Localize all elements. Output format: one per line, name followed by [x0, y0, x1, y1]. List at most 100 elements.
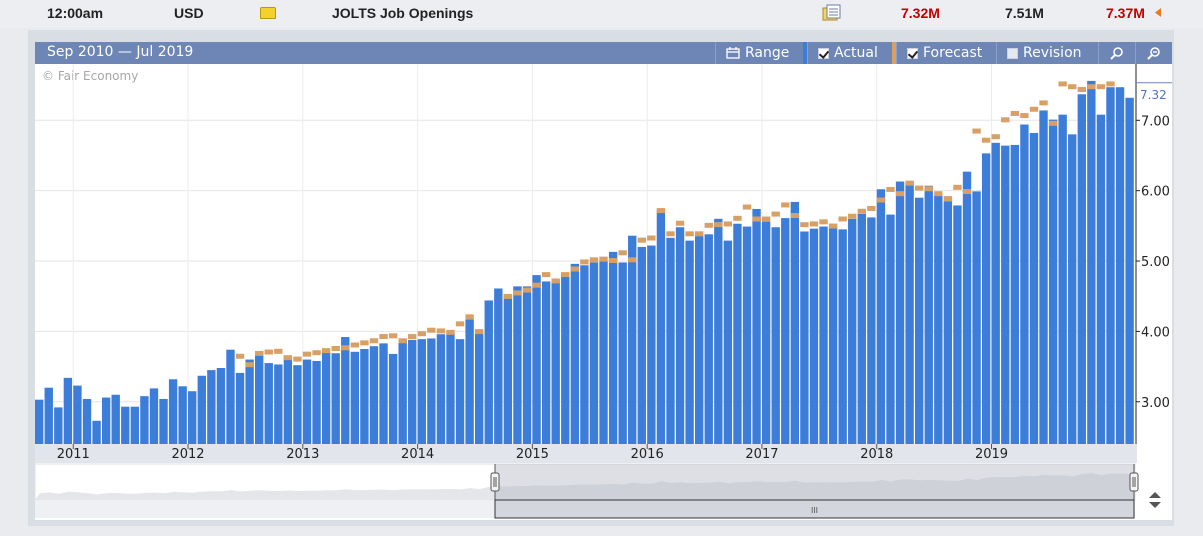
actual-bar[interactable] — [819, 226, 828, 444]
actual-bar[interactable] — [704, 234, 713, 444]
actual-bar[interactable] — [455, 339, 465, 444]
forecast-marker[interactable] — [570, 266, 580, 272]
actual-bar[interactable] — [63, 377, 73, 444]
actual-bar[interactable] — [159, 398, 168, 444]
actual-bar[interactable] — [121, 406, 130, 444]
forecast-marker[interactable] — [953, 184, 962, 190]
actual-bar[interactable] — [809, 228, 819, 444]
forecast-marker[interactable] — [714, 222, 723, 228]
actual-bar[interactable] — [503, 294, 513, 444]
actual-bar[interactable] — [484, 300, 493, 444]
forecast-marker[interactable] — [331, 346, 340, 351]
forecast-marker[interactable] — [446, 329, 455, 335]
actual-bar[interactable] — [771, 227, 780, 444]
forecast-marker[interactable] — [761, 216, 771, 222]
forecast-marker[interactable] — [436, 328, 446, 334]
forecast-marker[interactable] — [408, 334, 417, 340]
actual-bar[interactable] — [742, 226, 752, 444]
actual-bar[interactable] — [427, 338, 436, 444]
actual-bar[interactable] — [800, 231, 809, 444]
forecast-marker[interactable] — [857, 208, 866, 214]
actual-bar[interactable] — [388, 353, 398, 444]
forecast-marker[interactable] — [848, 213, 857, 219]
forecast-marker[interactable] — [589, 257, 599, 263]
actual-bar[interactable] — [934, 194, 943, 444]
actual-bar[interactable] — [331, 353, 340, 444]
navigator[interactable]: III — [34, 463, 1161, 519]
forecast-marker[interactable] — [369, 338, 379, 344]
forecast-marker[interactable] — [733, 215, 742, 221]
actual-bar[interactable] — [848, 218, 857, 444]
forecast-marker[interactable] — [350, 342, 360, 348]
actual-bar[interactable] — [465, 319, 474, 444]
forecast-marker[interactable] — [475, 329, 484, 335]
forecast-marker[interactable] — [398, 338, 407, 344]
actual-bar[interactable] — [369, 346, 379, 444]
actual-bar[interactable] — [761, 221, 771, 444]
actual-bar[interactable] — [752, 208, 761, 444]
actual-bar[interactable] — [618, 262, 627, 444]
actual-bar[interactable] — [905, 181, 914, 444]
actual-bar[interactable] — [178, 386, 187, 444]
actual-bar[interactable] — [695, 235, 704, 444]
forecast-marker[interactable] — [551, 278, 560, 284]
forecast-marker[interactable] — [790, 213, 800, 218]
forecast-marker[interactable] — [580, 259, 589, 265]
actual-bar[interactable] — [723, 240, 733, 444]
actual-bar[interactable] — [436, 334, 446, 444]
actual-bar[interactable] — [666, 237, 675, 444]
actual-bar[interactable] — [876, 189, 886, 444]
actual-bar[interactable] — [321, 352, 331, 444]
actual-bar[interactable] — [637, 246, 646, 444]
forecast-marker[interactable] — [704, 222, 713, 228]
forecast-marker[interactable] — [618, 250, 627, 256]
actual-bar[interactable] — [1058, 114, 1067, 445]
forecast-marker[interactable] — [1058, 81, 1067, 87]
forecast-marker[interactable] — [876, 197, 886, 203]
actual-bar[interactable] — [1077, 94, 1086, 444]
forecast-marker[interactable] — [245, 362, 254, 368]
forecast-marker[interactable] — [800, 222, 809, 228]
actual-bar[interactable] — [216, 368, 226, 444]
actual-bar[interactable] — [733, 223, 742, 444]
forecast-marker[interactable] — [905, 180, 914, 186]
navigator-handle[interactable] — [490, 472, 500, 492]
actual-bar[interactable] — [867, 217, 876, 444]
actual-bar[interactable] — [207, 370, 216, 444]
forecast-marker[interactable] — [561, 272, 570, 278]
actual-bar[interactable] — [838, 229, 847, 444]
actual-bar[interactable] — [197, 375, 206, 444]
forecast-marker[interactable] — [781, 202, 790, 208]
actual-bar[interactable] — [551, 280, 560, 444]
actual-bar[interactable] — [599, 261, 608, 444]
forecast-marker[interactable] — [819, 219, 828, 225]
actual-bar[interactable] — [991, 142, 1000, 444]
forecast-marker[interactable] — [532, 282, 541, 288]
actual-bar[interactable] — [675, 227, 685, 444]
actual-bar[interactable] — [790, 201, 800, 444]
actual-bar[interactable] — [589, 262, 599, 444]
forecast-marker[interactable] — [1106, 81, 1115, 87]
actual-bar[interactable] — [101, 397, 111, 444]
actual-bar[interactable] — [475, 332, 484, 444]
forecast-marker[interactable] — [427, 327, 436, 333]
forecast-marker[interactable] — [867, 205, 876, 211]
actual-bar[interactable] — [608, 251, 618, 444]
actual-bar[interactable] — [360, 349, 369, 444]
actual-bar[interactable] — [857, 213, 866, 444]
actual-bar[interactable] — [226, 349, 235, 444]
actual-bar[interactable] — [264, 363, 273, 444]
actual-bar[interactable] — [35, 399, 44, 444]
actual-bar[interactable] — [92, 420, 101, 444]
scroll-down-arrow-icon[interactable] — [1149, 502, 1161, 508]
forecast-marker[interactable] — [465, 314, 474, 320]
actual-bar[interactable] — [446, 333, 455, 444]
actual-bar[interactable] — [953, 205, 962, 444]
forecast-marker[interactable] — [628, 257, 637, 263]
actual-bar[interactable] — [1087, 80, 1096, 444]
actual-bar[interactable] — [341, 337, 350, 444]
forecast-marker[interactable] — [895, 191, 905, 197]
actual-bar[interactable] — [561, 273, 570, 444]
forecast-marker[interactable] — [1077, 87, 1086, 93]
forecast-marker[interactable] — [771, 211, 780, 217]
